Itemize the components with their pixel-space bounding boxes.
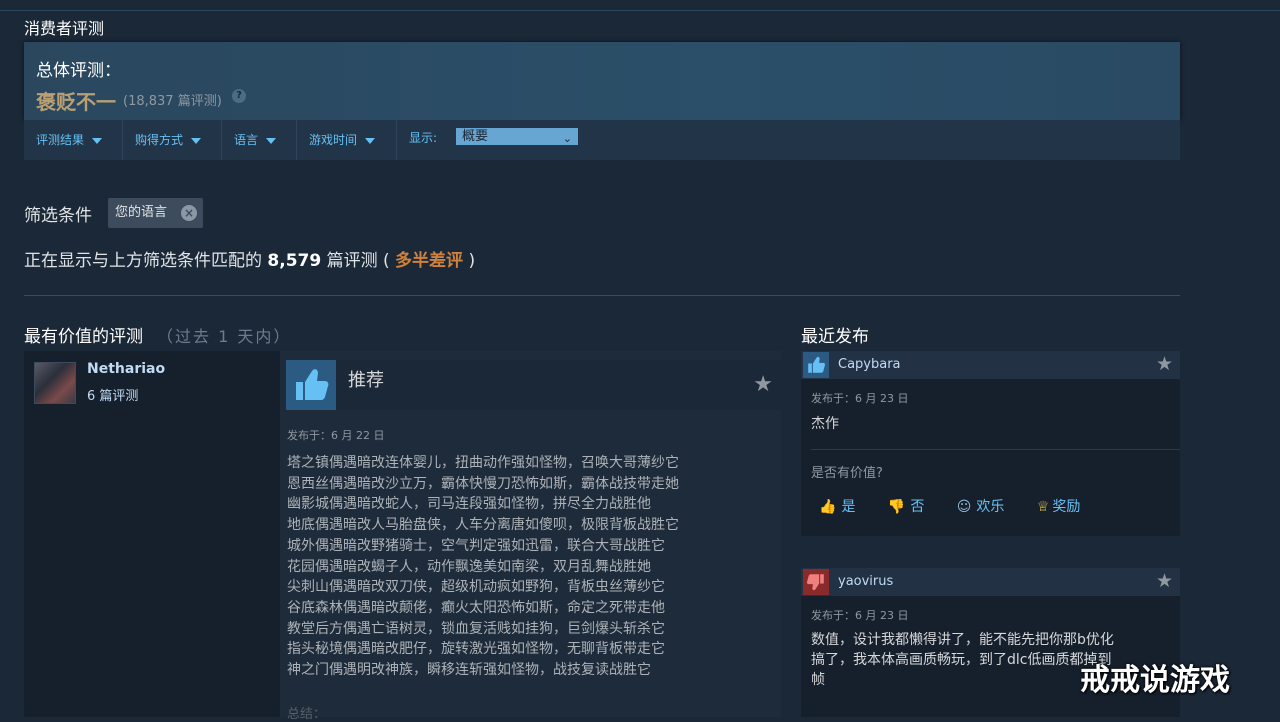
filter-label: 评测结果 [36, 133, 85, 147]
review-verdict: 推荐 [348, 370, 384, 391]
review-card: Nethariao 6 篇评测 推荐 ★ 发布于：6 月 22 日 塔之镇偶遇暗… [24, 351, 781, 722]
showing-prefix: 正在显示与上方筛选条件匹配的 [24, 251, 262, 271]
most-helpful-title: 最有价值的评测 （过去 1 天内） [24, 322, 291, 347]
recent-review-date: 发布于：6 月 23 日 [811, 392, 909, 405]
author-name[interactable]: Nethariao [87, 361, 165, 377]
review-line: 指头秘境偶遇暗改肥仔，旋转激光强如怪物，无聊背板带走它 [287, 641, 665, 658]
caret-down-icon [92, 137, 103, 144]
thumbs-up-icon [803, 352, 829, 378]
review-line: 谷底森林偶遇暗改颠佬，癫火太阳恐怖如斯，命定之死带走他 [287, 599, 665, 616]
review-line: 恩西丝偶遇暗改沙立万，霸体快慢刀恐怖如斯，霸体战技带走她 [287, 475, 679, 492]
recent-title: 最近发布 [801, 327, 869, 347]
filter-review-type[interactable]: 评测结果 [24, 120, 123, 160]
recent-review-header[interactable]: yaovirus ★ [801, 568, 1180, 596]
review-divider [811, 449, 1180, 450]
review-line: 搞了，我本体高画质畅玩，到了dlc低画质都掉到 [811, 652, 1112, 668]
review-line: 地底偶遇暗改人马胎盘侠，人车分离唐如傻呗，极限背板战胜它 [287, 517, 679, 534]
section-divider [24, 295, 1180, 296]
vote-no-button[interactable]: 👎 否 [888, 496, 938, 516]
recent-review-text: 杰作 [811, 416, 839, 432]
review-text: 塔之镇偶遇暗改连体婴儿，扭曲动作强如怪物，召唤大哥薄纱它 恩西丝偶遇暗改沙立万，… [287, 453, 757, 681]
star-icon[interactable]: ★ [1156, 353, 1173, 375]
showing-summary: 正在显示与上方筛选条件匹配的 8,579 篇评测 ( 多半差评 ) [24, 246, 475, 271]
watermark: 戒戒说游戏 [1080, 663, 1230, 698]
review-filter-bar: 评测结果 购得方式 语言 游戏时间 显示: 概要 ⌄ [24, 120, 1180, 160]
smiley-icon: ☺ [956, 499, 972, 515]
language-filter-chip[interactable]: 您的语言 × [108, 198, 203, 228]
vote-funny-label: 欢乐 [976, 499, 1005, 515]
author-panel: Nethariao 6 篇评测 [24, 351, 280, 717]
star-icon[interactable]: ★ [1156, 570, 1173, 592]
review-content: 推荐 ★ 发布于：6 月 22 日 塔之镇偶遇暗改连体婴儿，扭曲动作强如怪物，召… [280, 351, 781, 722]
filter-label: 语言 [234, 133, 259, 147]
most-helpful-label: 最有价值的评测 [24, 327, 143, 347]
display-label: 显示: [409, 131, 438, 145]
author-review-count[interactable]: 6 篇评测 [87, 385, 138, 404]
filtered-rating: 多半差评 [395, 251, 464, 271]
award-button[interactable]: ♕ 奖励 [1037, 496, 1095, 516]
recent-author-name[interactable]: Capybara [838, 357, 901, 372]
showing-count: 8,579 [267, 251, 322, 271]
filter-label: 游戏时间 [309, 133, 358, 147]
review-line: 城外偶遇暗改野猪骑士，空气判定强如迅雷，联合大哥战胜它 [287, 537, 665, 554]
vote-no-label: 否 [910, 499, 925, 515]
star-icon[interactable]: ★ [753, 372, 773, 397]
summary-label: 总体评测： [36, 61, 121, 81]
vote-yes-label: 是 [841, 499, 856, 515]
chip-label: 您的语言 [115, 205, 168, 220]
helpful-question: 是否有价值? [811, 466, 883, 481]
thumbs-up-icon [286, 360, 336, 410]
display-select[interactable]: 概要 ⌄ [456, 128, 578, 145]
recent-author-name[interactable]: yaovirus [838, 574, 893, 589]
recent-review-text: 数值，设计我都懒得讲了，能不能先把你那b优化 搞了，我本体高画质畅玩，到了dlc… [811, 630, 1114, 690]
chevron-down-icon: ⌄ [562, 132, 572, 145]
thumbs-down-icon [803, 569, 829, 595]
thumbs-up-icon: 👍 [819, 499, 837, 515]
most-helpful-timeframe: （过去 1 天内） [157, 327, 292, 346]
top-divider [0, 10, 1280, 11]
review-date: 发布于：6 月 22 日 [287, 429, 385, 442]
review-line: 神之门偶遇明改神族，瞬移连斩强如怪物，战技复读战胜它 [287, 662, 651, 679]
showing-suffix: ) [468, 251, 476, 271]
filter-playtime[interactable]: 游戏时间 [297, 120, 397, 160]
thumbs-down-icon: 👎 [887, 499, 906, 515]
vote-yes-button[interactable]: 👍 是 [819, 496, 869, 516]
close-icon[interactable]: × [181, 205, 197, 221]
caret-down-icon [266, 137, 277, 144]
review-line: 数值，设计我都懒得讲了，能不能先把你那b优化 [811, 632, 1114, 648]
caret-down-icon [191, 137, 202, 144]
review-line: 教堂后方偶遇亡语树灵，锁血复活贱如挂狗，巨剑爆头斩杀它 [287, 620, 665, 637]
avatar[interactable] [34, 362, 76, 404]
review-line: 幽影城偶遇暗改蛇人，司马连段强如怪物，拼尽全力战胜他 [287, 496, 651, 513]
filter-purchase-type[interactable]: 购得方式 [123, 120, 222, 160]
review-count: (18,837 篇评测) [123, 94, 222, 109]
review-summary-heading: 总结： [287, 707, 327, 722]
review-line: 花园偶遇暗改蝎子人，动作飘逸美如南梁，双月乱舞战胜她 [287, 558, 651, 575]
help-icon[interactable]: ? [232, 89, 246, 103]
vote-funny-button[interactable]: ☺ 欢乐 [957, 496, 1019, 516]
review-summary-box: 总体评测： 褒贬不一 (18,837 篇评测) ? [24, 42, 1180, 120]
caret-down-icon [365, 137, 376, 144]
review-line: 帧 [811, 672, 825, 688]
filter-label: 购得方式 [135, 133, 184, 147]
review-line: 塔之镇偶遇暗改连体婴儿，扭曲动作强如怪物，召唤大哥薄纱它 [287, 455, 679, 471]
section-title: 消费者评测 [24, 19, 105, 38]
recent-review-date: 发布于：6 月 23 日 [811, 609, 909, 622]
award-label: 奖励 [1052, 499, 1081, 515]
review-line: 尖刺山偶遇暗改双刀侠，超级机动疯如野狗，背板虫丝薄纱它 [287, 579, 665, 596]
showing-middle: 篇评测 ( [326, 251, 390, 271]
award-icon: ♕ [1036, 499, 1050, 515]
filter-conditions-label: 筛选条件 [24, 206, 92, 226]
vote-buttons: 👍 是 👎 否 ☺ 欢乐 ♕ 奖励 [819, 496, 1108, 516]
overall-rating[interactable]: 褒贬不一 [36, 86, 116, 115]
recent-review-header[interactable]: Capybara ★ [801, 351, 1180, 379]
vote-header[interactable]: 推荐 ★ [286, 360, 781, 410]
recent-review-card: Capybara ★ 发布于：6 月 23 日 杰作 是否有价值? 👍 是 👎 否 … [801, 351, 1180, 536]
filter-language[interactable]: 语言 [222, 120, 297, 160]
display-value: 概要 [462, 129, 489, 144]
